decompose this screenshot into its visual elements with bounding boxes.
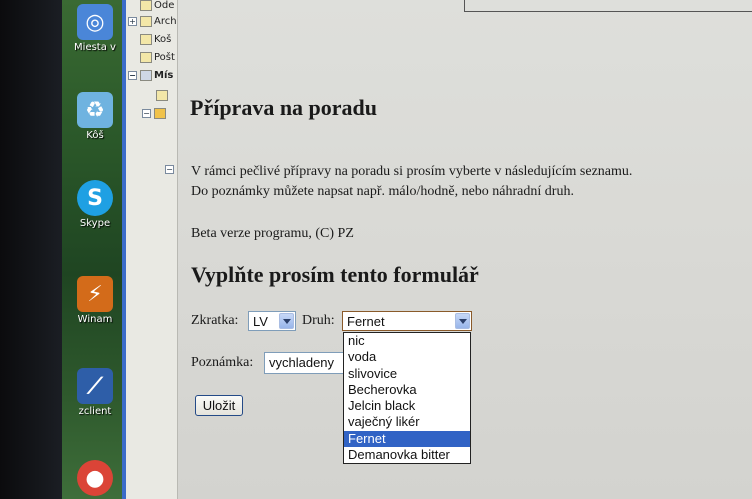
- top-frame-border: [464, 0, 752, 12]
- desktop-icon-network[interactable]: ◎ Miesta v: [68, 4, 122, 53]
- chevron-down-icon[interactable]: [279, 313, 294, 329]
- inbox-icon: [156, 89, 168, 101]
- dropdown-option[interactable]: Jelcin black: [344, 398, 470, 414]
- folder-icon: [140, 0, 152, 11]
- zkratka-label: Zkratka:: [191, 313, 239, 328]
- tree-item[interactable]: Koš: [128, 32, 171, 46]
- folder-icon: [154, 107, 166, 119]
- desktop-strip: ◎ Miesta v ♻ Kôš S Skype ⚡ Winam ⟋ zclie…: [62, 0, 122, 499]
- desktop-icon-skype[interactable]: S Skype: [68, 180, 122, 229]
- chrome-icon: ●: [77, 460, 113, 496]
- tree-item[interactable]: −: [142, 106, 168, 120]
- intro-text-line-2: Do poznámky můžete napsat např. málo/hod…: [191, 184, 574, 199]
- tree-item-label: Ode: [154, 0, 175, 11]
- collapse-icon[interactable]: −: [142, 108, 151, 118]
- dropdown-option[interactable]: slivovice: [344, 366, 470, 382]
- save-button[interactable]: Uložit: [195, 395, 243, 416]
- dropdown-option[interactable]: Demanovka bitter: [344, 447, 470, 463]
- dropdown-option[interactable]: vaječný likér: [344, 414, 470, 430]
- dropdown-option[interactable]: Becherovka: [344, 382, 470, 398]
- zkratka-selected-value: LV: [253, 313, 268, 329]
- collapse-icon[interactable]: −: [165, 165, 174, 174]
- tree-item-label: Pošt: [154, 51, 175, 63]
- poznamka-label: Poznámka:: [191, 355, 254, 370]
- tree-item[interactable]: Pošt: [128, 50, 175, 64]
- collapse-icon[interactable]: −: [128, 70, 137, 80]
- tree-item[interactable]: Ode: [128, 0, 174, 12]
- page-title: Příprava na poradu: [190, 95, 378, 120]
- tree-item-label: Koš: [154, 33, 172, 45]
- form-heading: Vyplňte prosím tento formulář: [191, 262, 479, 287]
- desktop-icon-label: Skype: [79, 218, 111, 229]
- main-content: Příprava na poradu V rámci pečlivé přípr…: [178, 0, 752, 499]
- dropdown-option[interactable]: voda: [344, 349, 470, 365]
- intro-text-line-1: V rámci pečlivé přípravy na poradu si pr…: [191, 164, 633, 179]
- desktop-icon-label: Winam: [77, 314, 113, 325]
- expand-icon[interactable]: +: [128, 16, 137, 26]
- computer-icon: [140, 69, 152, 81]
- winamp-icon: ⚡: [77, 276, 113, 312]
- tree-item-label: Arch: [154, 15, 177, 27]
- druh-selected-value: Fernet: [347, 313, 385, 329]
- tree-item[interactable]: + Arch: [128, 14, 177, 28]
- desktop-icon-zclient[interactable]: ⟋ zclient: [68, 368, 122, 417]
- desktop-icon-winamp[interactable]: ⚡ Winam: [68, 276, 122, 325]
- druh-select[interactable]: Fernet: [342, 311, 472, 331]
- tree-item[interactable]: [156, 88, 170, 102]
- chevron-down-icon[interactable]: [455, 313, 470, 329]
- skype-icon: S: [77, 180, 113, 216]
- desktop-icon-recycle-bin[interactable]: ♻ Kôš: [68, 92, 122, 141]
- zkratka-select[interactable]: LV: [248, 311, 296, 331]
- druh-dropdown-list[interactable]: nic voda slivovice Becherovka Jelcin black va…: [343, 332, 471, 465]
- desktop-icon-label: Miesta v: [74, 42, 116, 53]
- zclient-icon: ⟋: [77, 368, 113, 404]
- beta-note: Beta verze programu, (C) PZ: [191, 226, 354, 241]
- poznamka-input[interactable]: vychladeny: [264, 352, 344, 374]
- dropdown-option[interactable]: Fernet: [344, 430, 470, 448]
- desktop-icon-chrome[interactable]: ●: [68, 460, 122, 496]
- folder-tree-panel: Ode + Arch Koš Pošt − Mís −: [122, 0, 178, 499]
- druh-label: Druh:: [302, 313, 335, 328]
- dropdown-option[interactable]: nic: [344, 333, 470, 349]
- recycle-bin-icon: ♻: [77, 92, 113, 128]
- monitor-bezel: [0, 0, 62, 499]
- network-places-icon: ◎: [77, 4, 113, 40]
- tree-item-label: Mís: [154, 69, 174, 81]
- trash-icon: [140, 33, 152, 45]
- mail-icon: [140, 51, 152, 63]
- desktop-icon-label: Kôš: [86, 130, 104, 141]
- tree-item[interactable]: − Mís: [128, 68, 173, 82]
- archive-icon: [140, 15, 152, 27]
- desktop-icon-label: zclient: [78, 406, 112, 417]
